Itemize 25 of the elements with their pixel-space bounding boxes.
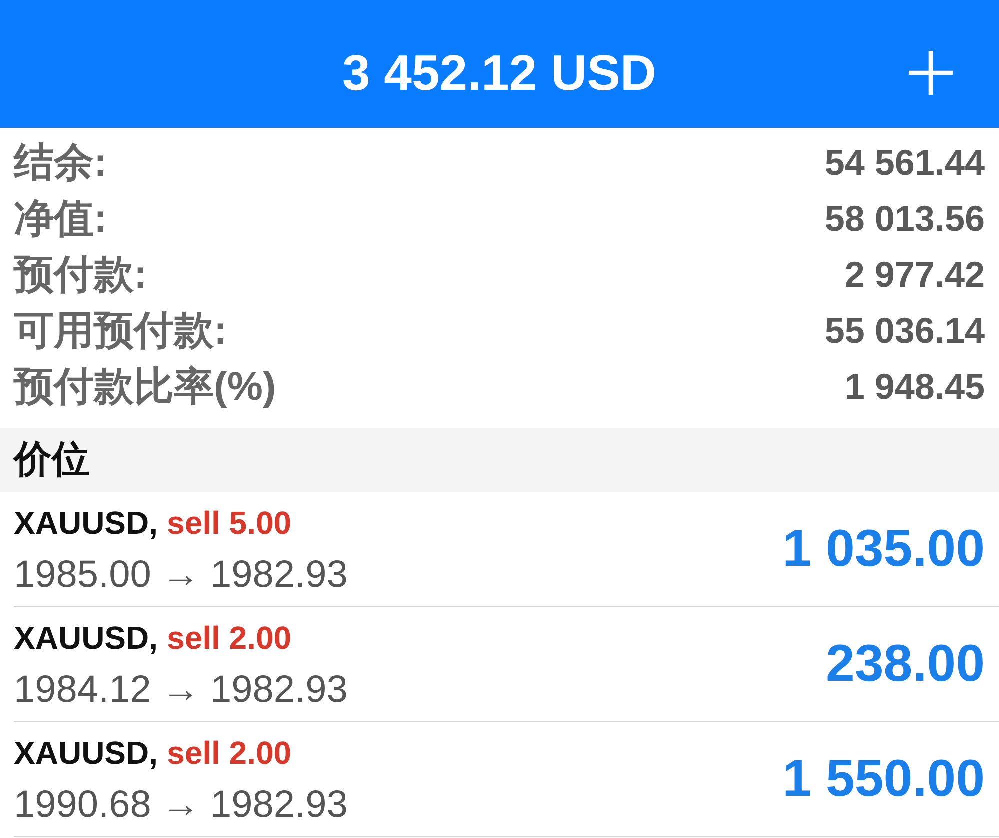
- position-profit: 1 550.00: [782, 749, 985, 810]
- summary-label: 结余:: [14, 140, 108, 187]
- balance-title: 3 452.12 USD: [342, 44, 657, 103]
- summary-label: 可用预付款:: [14, 308, 228, 355]
- plus-icon[interactable]: [908, 50, 954, 96]
- price-range: 1990.68 → 1982.93: [14, 783, 348, 828]
- position-symbol: XAUUSD,: [14, 734, 158, 773]
- position-symbol: XAUUSD,: [14, 619, 158, 658]
- section-title: 价位: [14, 438, 90, 483]
- summary-label: 净值:: [14, 196, 108, 243]
- position-profit: 1 035.00: [782, 519, 985, 580]
- order-type: sell 5.00: [167, 504, 292, 543]
- position-profit: 238.00: [826, 634, 985, 695]
- summary-value: 2 977.42: [844, 253, 985, 297]
- position-symbol: XAUUSD,: [14, 504, 158, 543]
- price-range: 1984.12 → 1982.93: [14, 668, 348, 713]
- summary-label: 预付款比率(%): [14, 364, 276, 411]
- order-type: sell 2.00: [167, 619, 292, 658]
- summary-label: 预付款:: [14, 252, 148, 299]
- summary-value: 54 561.44: [824, 141, 985, 185]
- price-range: 1985.00 → 1982.93: [14, 553, 348, 598]
- summary-value: 58 013.56: [824, 197, 985, 241]
- summary-value: 1 948.45: [844, 365, 985, 409]
- order-type: sell 2.00: [167, 734, 292, 773]
- summary-value: 55 036.14: [824, 309, 985, 353]
